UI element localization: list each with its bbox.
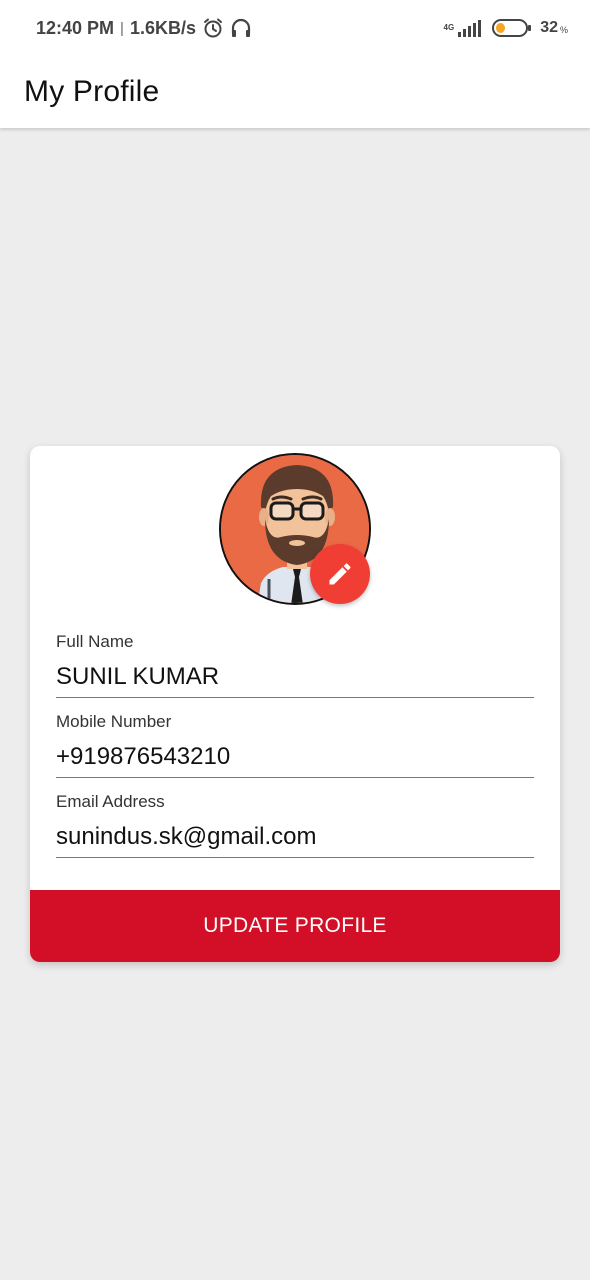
status-separator: | [120, 19, 124, 37]
email-address-field: Email Address [56, 792, 534, 858]
status-bar: 12:40 PM | 1.6KB/s 4G 32 % [0, 0, 590, 56]
full-name-label: Full Name [56, 632, 134, 651]
full-name-input[interactable] [56, 654, 534, 698]
mobile-number-field: Mobile Number [56, 712, 534, 778]
status-right: 4G 32 % [444, 19, 568, 37]
mobile-number-label: Mobile Number [56, 712, 172, 731]
avatar-container [219, 453, 371, 605]
email-address-label: Email Address [56, 792, 165, 811]
battery-percent: 32 [540, 19, 558, 36]
network-type: 4G [443, 23, 455, 32]
status-time: 12:40 PM [36, 17, 115, 38]
alarm-icon [202, 17, 224, 39]
signal-icon [458, 19, 484, 37]
page-title: My Profile [24, 75, 160, 108]
email-address-input[interactable] [56, 814, 534, 858]
headphones-icon [230, 17, 252, 39]
full-name-field: Full Name [56, 632, 534, 698]
app-bar: My Profile [0, 56, 590, 128]
pencil-icon [326, 560, 354, 588]
battery-percent-sign: % [559, 25, 568, 35]
profile-card: Full Name Mobile Number Email Address UP… [30, 446, 560, 962]
status-left: 12:40 PM | 1.6KB/s [36, 17, 252, 39]
battery-icon [492, 19, 532, 37]
update-profile-button[interactable]: UPDATE PROFILE [30, 890, 560, 962]
status-net-speed: 1.6KB/s [129, 17, 196, 38]
edit-avatar-button[interactable] [310, 544, 370, 604]
mobile-number-input[interactable] [56, 734, 534, 778]
